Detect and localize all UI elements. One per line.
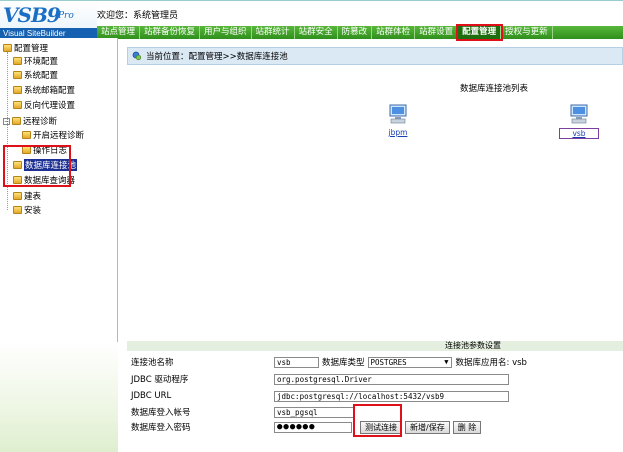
jdbc-url-input[interactable]: jdbc:postgresql://localhost:5432/vsb9 — [274, 390, 509, 402]
tree-label: 安装 — [24, 206, 42, 216]
breadcrumb-text: 当前位置：配置管理>>数据库连接池 — [146, 52, 288, 62]
folder-icon — [13, 57, 22, 65]
tree-item-db-query[interactable]: 数据库查询器 — [13, 174, 75, 186]
pool-name-input[interactable]: vsb — [274, 356, 319, 368]
tree-item-operation-log[interactable]: 操作日志 — [22, 144, 67, 156]
tree-label: 数据库查询器 — [24, 176, 76, 186]
nav-settings[interactable]: 站群设置 — [415, 26, 459, 39]
header: VSB9 Pro Visual SiteBuilder 欢迎您：系统管理员 站点… — [0, 0, 623, 41]
tree-label: 数据库连接池 — [24, 159, 78, 171]
nav-anti-tamper[interactable]: 防篡改 — [338, 26, 373, 39]
nav-statistics[interactable]: 站群统计 — [252, 26, 295, 39]
db-type-value: POSTGRES — [370, 357, 407, 367]
pool-item-jbpm[interactable]: jbpm — [378, 104, 418, 137]
tree-label: 反向代理设置 — [24, 101, 76, 111]
nav-config-manage[interactable]: 配置管理 — [456, 24, 504, 41]
tree-item-config-manage[interactable]: 配置管理 — [3, 42, 48, 54]
welcome-text: 欢迎您：系统管理员 — [97, 11, 179, 21]
login-password-input[interactable]: ●●●●●● — [274, 421, 352, 433]
logo-pro: Pro — [58, 11, 74, 21]
nav-backup-restore[interactable]: 站群备份恢复 — [140, 26, 201, 39]
row-login-account: 数据库登入帐号 vsb_pgsql — [127, 404, 623, 420]
folder-icon — [13, 101, 22, 109]
add-save-button[interactable]: 新增/保存 — [405, 420, 450, 434]
delete-button[interactable]: 删 除 — [452, 420, 482, 434]
settings-header: 连接池参数设置 — [127, 341, 623, 351]
folder-icon — [22, 131, 31, 139]
sidebar: 配置管理 环境配置 系统配置 系统邮箱配置 反向代理设置 − 远程诊断 开启远程… — [0, 38, 118, 452]
computer-icon — [389, 104, 407, 124]
folder-icon — [13, 71, 22, 79]
tree-label: 环境配置 — [24, 57, 59, 67]
tree-label: 建表 — [24, 192, 42, 202]
nav-health-check[interactable]: 站群体检 — [372, 26, 416, 39]
tree-label: 配置管理 — [14, 44, 49, 54]
tree-item-mail-config[interactable]: 系统邮箱配置 — [13, 84, 75, 96]
tree-item-remote-diagnosis[interactable]: − 远程诊断 — [3, 115, 57, 127]
sidebar-background-art — [0, 342, 118, 452]
login-account-input[interactable]: vsb_pgsql — [274, 406, 354, 418]
tree-label: 开启远程诊断 — [33, 131, 85, 141]
tree-item-enable-remote-diagnosis[interactable]: 开启远程诊断 — [22, 129, 84, 141]
tree-item-system-config[interactable]: 系统配置 — [13, 69, 58, 81]
logo: VSB9 Pro Visual SiteBuilder — [0, 1, 97, 39]
folder-icon — [13, 192, 22, 200]
collapse-icon[interactable]: − — [3, 117, 10, 125]
pool-list-title: 数据库连接池列表 — [460, 84, 529, 94]
pool-item-name: vsb — [559, 128, 599, 139]
jdbc-url-label: JDBC URL — [131, 391, 172, 401]
jdbc-driver-input[interactable]: org.postgresql.Driver — [274, 373, 509, 385]
db-type-select[interactable]: POSTGRES ▼ — [367, 356, 452, 368]
folder-icon — [13, 161, 22, 169]
dropdown-arrow-icon: ▼ — [444, 357, 449, 366]
logo-main: VSB9 — [3, 3, 61, 27]
nav-users-orgs[interactable]: 用户与组织 — [200, 26, 252, 39]
row-jdbc-driver: JDBC 驱动程序 org.postgresql.Driver — [127, 371, 623, 387]
tree-label: 系统邮箱配置 — [24, 86, 76, 96]
nav-license-update[interactable]: 授权与更新 — [501, 26, 553, 39]
breadcrumb: 当前位置：配置管理>>数据库连接池 — [127, 47, 623, 65]
login-account-label: 数据库登入帐号 — [131, 408, 191, 418]
pool-name-label: 连接池名称 — [131, 358, 174, 368]
row-login-password: 数据库登入密码 ●●●●●● 测试连接 新增/保存 删 除 — [127, 419, 623, 435]
location-icon — [132, 51, 142, 61]
nav-security[interactable]: 站群安全 — [295, 26, 338, 39]
folder-icon — [3, 44, 12, 52]
tree-item-reverse-proxy[interactable]: 反向代理设置 — [13, 99, 75, 111]
folder-icon — [13, 206, 22, 214]
login-password-label: 数据库登入密码 — [131, 423, 191, 433]
tree-line — [7, 52, 8, 210]
folder-icon — [13, 176, 22, 184]
db-type-label: 数据库类型 — [322, 358, 365, 368]
top-nav: 站点管理 站群备份恢复 用户与组织 站群统计 站群安全 防篡改 站群体检 站群设… — [97, 24, 623, 41]
tree-label: 系统配置 — [24, 71, 59, 81]
folder-icon — [22, 146, 31, 154]
tree-item-env-config[interactable]: 环境配置 — [13, 55, 58, 67]
pool-item-vsb[interactable]: vsb — [559, 104, 599, 139]
pool-item-name: jbpm — [388, 128, 408, 137]
app-name-label: 数据库应用名: vsb — [455, 358, 527, 368]
pool-settings-panel: 连接池参数设置 连接池名称 vsb 数据库类型 POSTGRES ▼ 数据库应用… — [127, 341, 623, 437]
jdbc-driver-label: JDBC 驱动程序 — [131, 375, 189, 385]
row-pool-name: 连接池名称 vsb 数据库类型 POSTGRES ▼ 数据库应用名: vsb — [127, 354, 623, 370]
folder-icon — [13, 86, 22, 94]
tree-label: 操作日志 — [33, 146, 68, 156]
tree-item-install[interactable]: 安装 — [13, 204, 41, 216]
tree-item-db-pool[interactable]: 数据库连接池 — [13, 159, 78, 171]
tree-label: 远程诊断 — [23, 117, 58, 127]
tree-item-create-table[interactable]: 建表 — [13, 190, 41, 202]
test-connection-button[interactable]: 测试连接 — [360, 420, 402, 434]
computer-icon — [570, 104, 588, 124]
row-jdbc-url: JDBC URL jdbc:postgresql://localhost:543… — [127, 388, 623, 404]
folder-icon — [12, 117, 21, 125]
